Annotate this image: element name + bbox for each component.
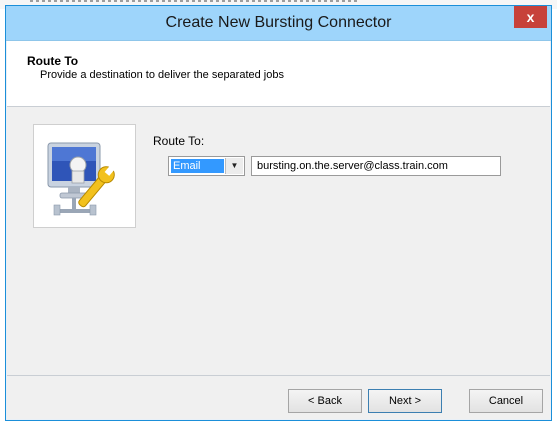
cancel-button[interactable]: Cancel xyxy=(469,389,543,413)
chevron-down-icon[interactable]: ▼ xyxy=(225,158,243,174)
route-type-selected: Email xyxy=(171,159,224,173)
page-subtitle: Provide a destination to deliver the sep… xyxy=(40,69,284,81)
close-button[interactable]: x xyxy=(514,6,547,28)
back-button[interactable]: < Back xyxy=(288,389,362,413)
route-to-label: Route To: xyxy=(153,134,205,148)
close-icon: x xyxy=(526,9,535,25)
window-title: Create New Bursting Connector xyxy=(165,14,392,31)
wizard-footer: < Back Next > Cancel xyxy=(7,376,550,419)
wizard-content: Route To: Email ▼ bursting.on.the.server… xyxy=(7,107,550,376)
route-type-dropdown[interactable]: Email ▼ xyxy=(168,156,245,176)
page-title: Route To xyxy=(27,54,79,68)
next-button[interactable]: Next > xyxy=(368,389,442,413)
title-bar[interactable]: Create New Bursting Connector x xyxy=(6,6,551,41)
wizard-image xyxy=(33,124,136,228)
computer-network-wrench-icon xyxy=(47,142,116,216)
background-text-fragment xyxy=(30,0,360,2)
wizard-header: Route To Provide a destination to delive… xyxy=(7,41,550,107)
destination-address-field[interactable]: bursting.on.the.server@class.train.com xyxy=(251,156,501,176)
dialog-window: Create New Bursting Connector x Route To… xyxy=(5,5,552,421)
